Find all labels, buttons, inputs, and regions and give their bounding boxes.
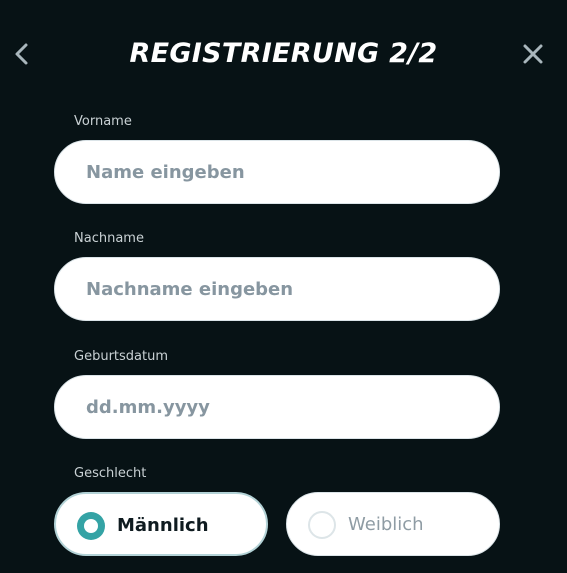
last-name-input[interactable] (54, 257, 500, 321)
radio-unchecked-icon (308, 511, 336, 539)
gender-option-female[interactable]: Weiblich (286, 492, 500, 556)
birth-date-input[interactable] (54, 375, 500, 439)
close-button[interactable] (518, 38, 548, 70)
gender-option-male[interactable]: Männlich (54, 492, 268, 556)
birth-date-label: Geburtsdatum (74, 349, 168, 364)
gender-option-label: Männlich (117, 515, 209, 536)
gender-label: Geschlecht (74, 466, 147, 481)
first-name-input[interactable] (54, 140, 500, 204)
radio-checked-icon (77, 512, 105, 540)
gender-option-label: Weiblich (348, 514, 424, 535)
first-name-label: Vorname (74, 114, 132, 129)
last-name-label: Nachname (74, 231, 144, 246)
page-title: REGISTRIERUNG 2/2 (129, 38, 438, 69)
close-icon (523, 44, 543, 64)
header-bar: REGISTRIERUNG 2/2 (0, 30, 567, 78)
